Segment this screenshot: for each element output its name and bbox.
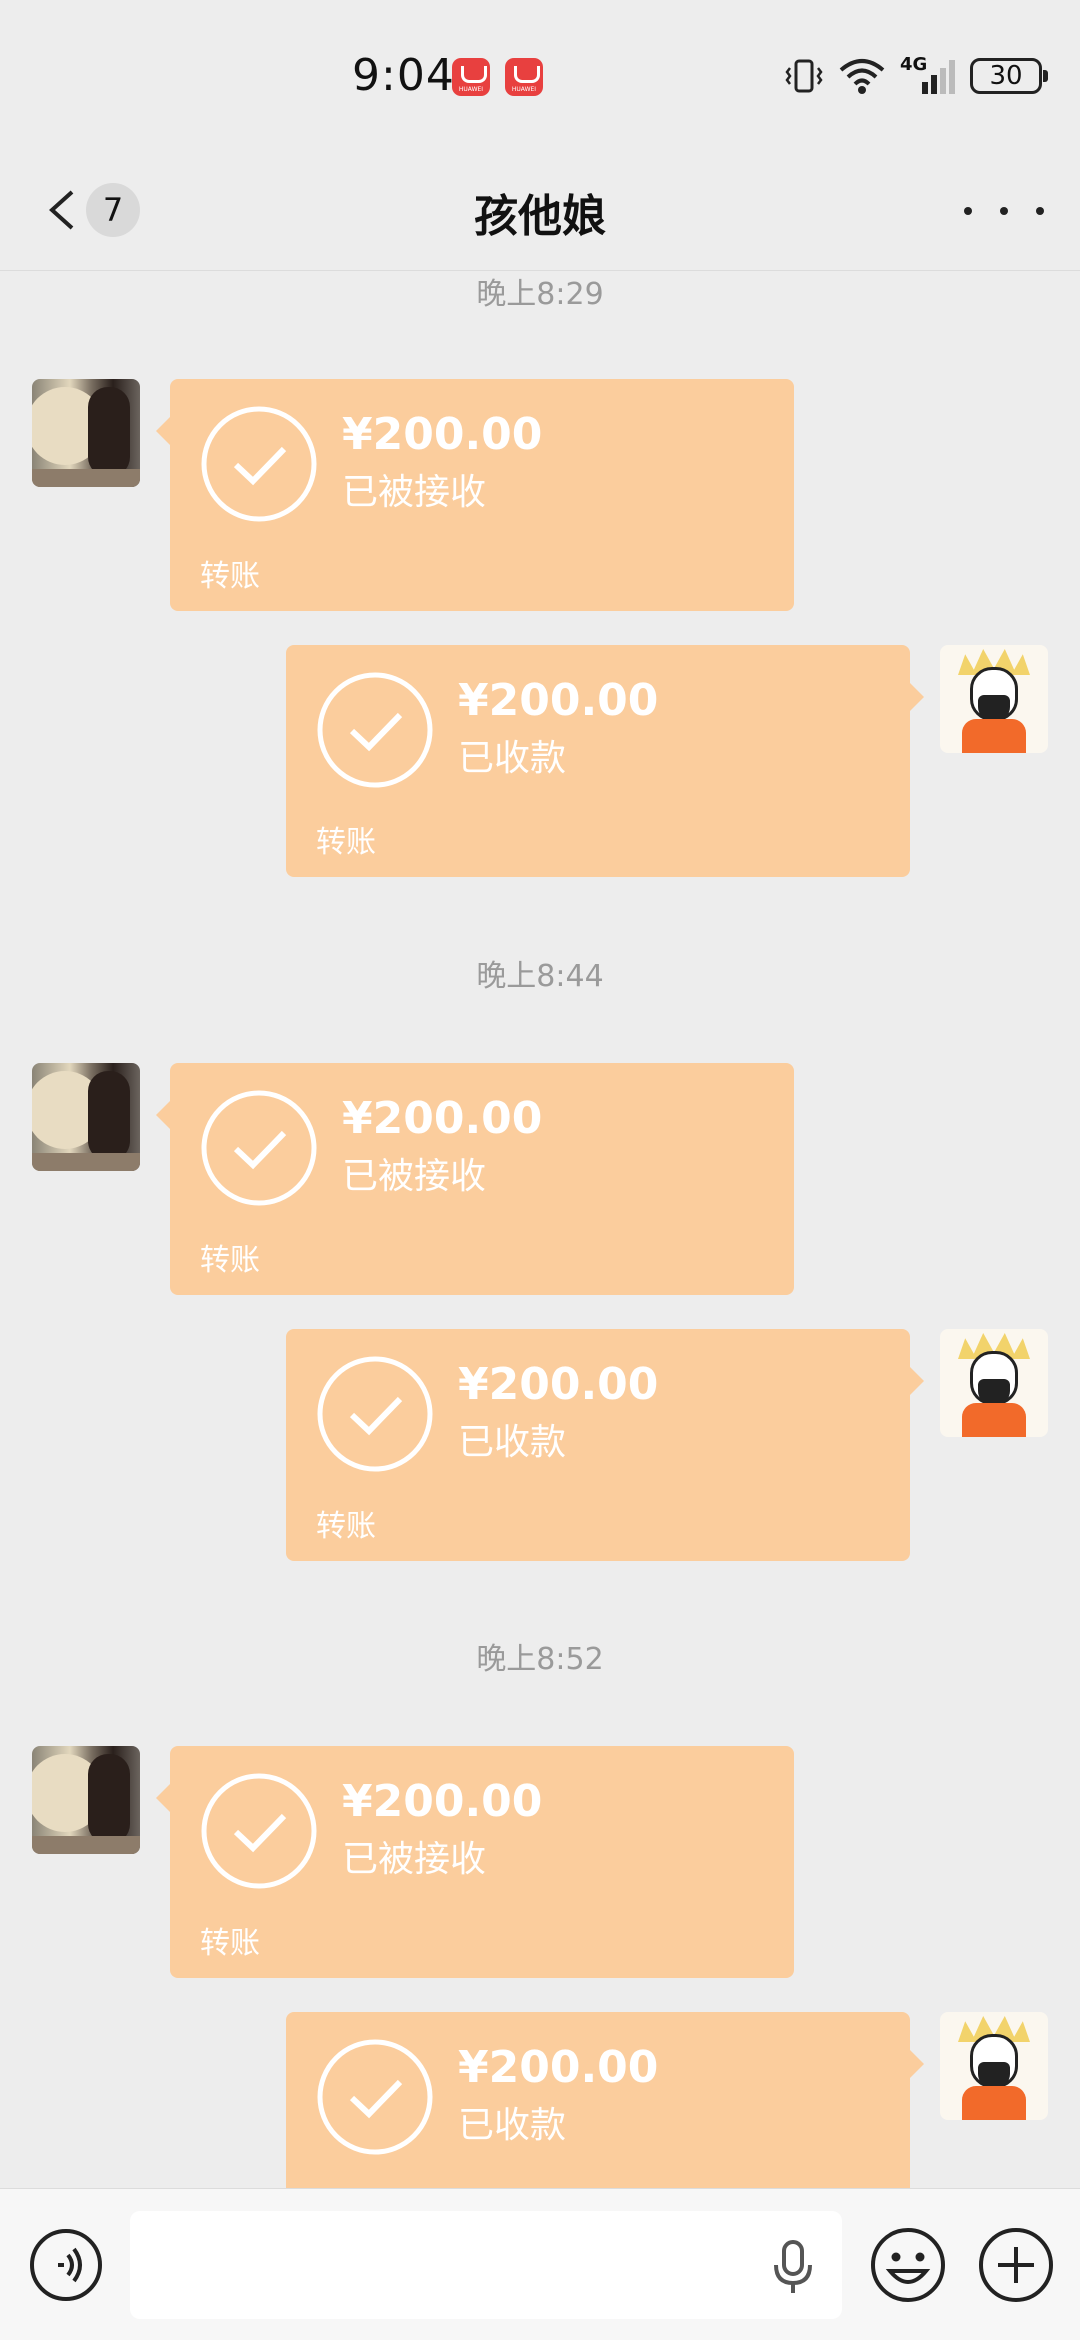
microphone-icon[interactable] — [770, 2239, 816, 2295]
huawei-appgallery-icon: HUAWEI — [452, 58, 490, 96]
transfer-amount: ¥200.00 — [458, 2042, 659, 2093]
check-circle-icon — [201, 1090, 317, 1206]
contact-avatar[interactable] — [32, 1746, 140, 1854]
my-avatar[interactable] — [940, 1329, 1048, 1437]
transfer-card-sent[interactable]: ¥200.00 已收款 转账 — [286, 2012, 924, 2188]
transfer-label: 转账 — [200, 559, 260, 594]
transfer-amount: ¥200.00 — [458, 1359, 659, 1410]
battery-indicator: 30 — [970, 58, 1048, 94]
my-avatar[interactable] — [940, 2012, 1048, 2120]
check-circle-icon — [201, 406, 317, 522]
input-bar — [0, 2188, 1080, 2340]
transfer-status: 已被接收 — [342, 1839, 487, 1880]
transfer-card-received[interactable]: ¥200.00 已被接收 转账 — [156, 1746, 794, 1978]
vibrate-icon — [785, 59, 823, 93]
transfer-status: 已被接收 — [342, 1156, 487, 1197]
transfer-status: 已收款 — [458, 2105, 567, 2146]
voice-input-toggle-icon[interactable] — [28, 2227, 104, 2303]
message-timestamp: 晚上8:44 — [476, 959, 604, 994]
plus-icon[interactable] — [976, 2225, 1056, 2305]
transfer-amount: ¥200.00 — [342, 409, 543, 460]
check-circle-icon — [201, 1773, 317, 1889]
more-options-button[interactable] — [964, 186, 1044, 236]
transfer-card-received[interactable]: ¥200.00 已被接收 转账 — [156, 1063, 794, 1295]
chat-screen: 9:04 HUAWEI HUAWEI 4G 30 7 孩他娘 晚上8:29 ¥2… — [0, 0, 1080, 2340]
transfer-status: 已收款 — [458, 738, 567, 779]
check-circle-icon — [317, 2039, 433, 2155]
transfer-label: 转账 — [316, 825, 376, 860]
transfer-status: 已被接收 — [342, 472, 487, 513]
cellular-signal-icon: 4G — [900, 54, 956, 96]
transfer-label: 转账 — [200, 1243, 260, 1278]
transfer-card-received[interactable]: ¥200.00 已被接收 转账 — [156, 379, 794, 611]
more-dot-icon — [1000, 207, 1008, 215]
chat-header: 7 孩他娘 — [0, 150, 1080, 271]
status-indicators: 4G 30 — [784, 54, 1048, 98]
transfer-card-sent[interactable]: ¥200.00 已收款 转账 — [286, 645, 924, 877]
transfer-amount: ¥200.00 — [342, 1093, 543, 1144]
message-timestamp: 晚上8:52 — [476, 1642, 604, 1677]
contact-avatar[interactable] — [32, 1063, 140, 1171]
more-dot-icon — [1036, 207, 1044, 215]
check-circle-icon — [317, 672, 433, 788]
huawei-appgallery-icon: HUAWEI — [505, 58, 543, 96]
message-input[interactable] — [130, 2211, 842, 2319]
wifi-icon — [839, 59, 885, 94]
chat-title: 孩他娘 — [474, 191, 606, 242]
transfer-label: 转账 — [200, 1926, 260, 1961]
transfer-status: 已收款 — [458, 1422, 567, 1463]
transfer-amount: ¥200.00 — [342, 1776, 543, 1827]
transfer-amount: ¥200.00 — [458, 675, 659, 726]
my-avatar[interactable] — [940, 645, 1048, 753]
emoji-icon[interactable] — [868, 2225, 948, 2305]
more-dot-icon — [964, 207, 972, 215]
contact-avatar[interactable] — [32, 379, 140, 487]
message-list[interactable]: 晚上8:29 ¥200.00 已被接收 转账 ¥200.00 已收款 转账 晚上… — [0, 271, 1080, 2188]
status-bar: 9:04 HUAWEI HUAWEI 4G 30 — [0, 0, 1080, 150]
status-time: 9:04 — [352, 50, 455, 101]
transfer-card-sent[interactable]: ¥200.00 已收款 转账 — [286, 1329, 924, 1561]
check-circle-icon — [317, 1356, 433, 1472]
transfer-label: 转账 — [316, 1509, 376, 1544]
message-timestamp: 晚上8:29 — [476, 277, 604, 312]
